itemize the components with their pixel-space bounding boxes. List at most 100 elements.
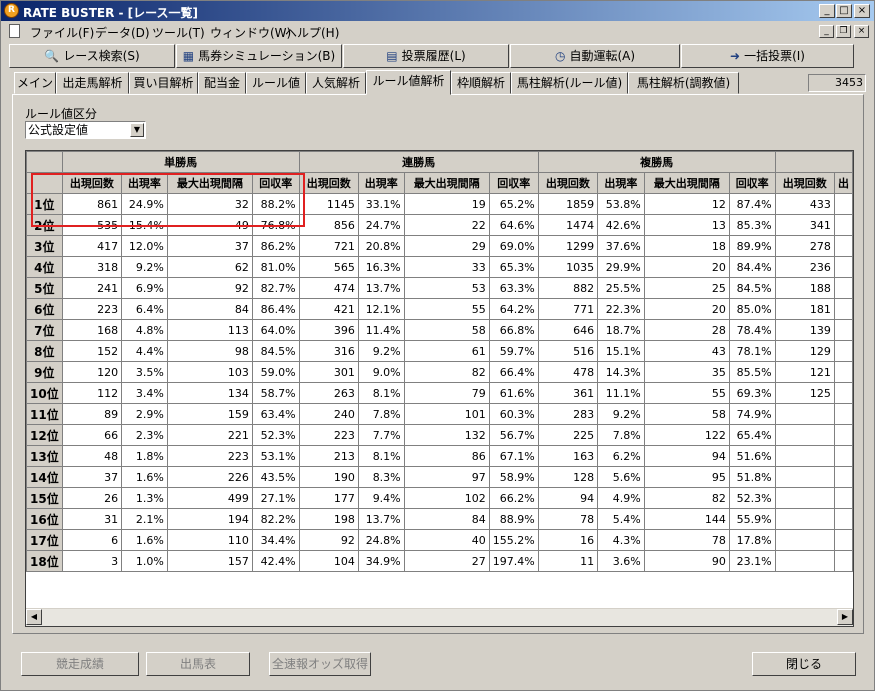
ticket-simulation-button[interactable]: ▦ 馬券シミュレーション(B) <box>176 44 342 68</box>
tab-rule-value-analysis[interactable]: ルール値解析 <box>366 70 451 95</box>
data-cell: 474 <box>298 277 359 299</box>
close-button[interactable]: 閉じる <box>752 652 856 676</box>
menu-data[interactable]: データ(D) <box>95 24 150 41</box>
data-cell: 421 <box>298 298 359 320</box>
title-bar[interactable]: R RATE BUSTER - [レース一覧] _ □ × <box>1 1 874 21</box>
data-cell-partial <box>833 508 853 530</box>
rule-value-category-select[interactable]: 公式設定値 ▼ <box>25 121 146 139</box>
data-cell <box>774 529 835 551</box>
data-cell-partial <box>833 550 853 572</box>
entry-table-button[interactable]: 出馬表 <box>146 652 250 676</box>
data-cell: 7.8% <box>357 403 405 425</box>
tab-past-performance-rule[interactable]: 馬柱解析(ルール値) <box>511 72 628 94</box>
data-cell <box>774 508 835 530</box>
data-cell: 25.5% <box>597 277 645 299</box>
mdi-close-button[interactable]: × <box>854 25 869 38</box>
table-row[interactable]: 3位 417 12.0% 37 86.2% 721 20.8% 29 69.0% 1299 37.6… <box>26 235 853 257</box>
data-cell: 12.1% <box>357 298 405 320</box>
data-cell: 92 <box>166 277 253 299</box>
data-cell: 37 <box>61 466 123 488</box>
tab-payout[interactable]: 配当金 <box>198 72 246 94</box>
data-cell: 64.6% <box>488 214 539 236</box>
data-cell: 9.4% <box>357 487 405 509</box>
data-cell: 28 <box>643 319 730 341</box>
data-cell: 5.6% <box>597 466 645 488</box>
data-cell: 278 <box>774 235 835 257</box>
table-row[interactable]: 9位 120 3.5% 103 59.0% 301 9.0% 82 66.4% 478 14.3% 3… <box>26 361 853 383</box>
table-row[interactable]: 12位 66 2.3% 221 52.3% 223 7.7% 132 56.7% 225 7.8% 1… <box>26 424 853 446</box>
horizontal-scrollbar[interactable]: ◀ ▶ <box>26 608 853 626</box>
data-cell-partial <box>833 319 853 341</box>
data-cell: 64.2% <box>488 298 539 320</box>
menu-tools[interactable]: ツール(T) <box>152 24 205 41</box>
group-header-fukusho: 複勝馬 <box>537 151 776 173</box>
data-cell: 1.8% <box>121 445 168 467</box>
table-row[interactable]: 7位 168 4.8% 113 64.0% 396 11.4% 58 66.8% 646 18.7%… <box>26 319 853 341</box>
data-cell: 17.8% <box>728 529 776 551</box>
menu-help[interactable]: ヘルプ(H) <box>285 24 339 41</box>
mdi-minimize-button[interactable]: _ <box>819 25 834 38</box>
batch-vote-button[interactable]: ➜ 一括投票(I) <box>681 44 854 68</box>
data-cell: 89.9% <box>728 235 776 257</box>
data-cell: 59.0% <box>251 361 300 383</box>
search-icon: 🔍 <box>44 49 60 63</box>
table-row[interactable]: 11位 89 2.9% 159 63.4% 240 7.8% 101 60.3% 283 9.2% 5… <box>26 403 853 425</box>
data-cell: 12 <box>643 193 730 215</box>
data-cell: 82.7% <box>251 277 300 299</box>
vote-history-button[interactable]: ▤ 投票履歴(L) <box>343 44 509 68</box>
auto-run-button[interactable]: ◷ 自動運転(A) <box>510 44 680 68</box>
table-row[interactable]: 8位 152 4.4% 98 84.5% 316 9.2% 61 59.7% 516 15.1% 43… <box>26 340 853 362</box>
data-cell: 94 <box>643 445 730 467</box>
tab-runner-analysis[interactable]: 出走馬解析 <box>56 72 129 94</box>
table-row[interactable]: 13位 48 1.8% 223 53.1% 213 8.1% 86 67.1% 163 6.2% 94… <box>26 445 853 467</box>
rule-value-category-value: 公式設定値 <box>28 123 89 137</box>
close-window-button[interactable]: × <box>854 4 870 18</box>
calculator-icon: ▦ <box>182 49 195 63</box>
rank-cell: 10位 <box>26 382 63 404</box>
tab-past-performance-training[interactable]: 馬柱解析(調教値) <box>628 72 739 94</box>
data-cell <box>774 424 835 446</box>
data-cell: 19 <box>403 193 490 215</box>
maximize-button[interactable]: □ <box>836 4 852 18</box>
highlight-box <box>31 173 305 227</box>
table-row[interactable]: 15位 26 1.3% 499 27.1% 177 9.4% 102 66.2% 94 4.9% 82… <box>26 487 853 509</box>
minimize-button[interactable]: _ <box>819 4 835 18</box>
table-row[interactable]: 18位 3 1.0% 157 42.4% 104 34.9% 27 197.4% 11 3.6% 90… <box>26 550 853 572</box>
scroll-left-icon[interactable]: ◀ <box>26 609 42 625</box>
data-cell: 1474 <box>537 214 599 236</box>
tab-popularity-analysis[interactable]: 人気解析 <box>306 72 366 94</box>
auto-run-label: 自動運転(A) <box>569 49 636 63</box>
chevron-down-icon[interactable]: ▼ <box>130 123 144 137</box>
data-cell: 53 <box>403 277 490 299</box>
race-search-button[interactable]: 🔍 レース検索(S) <box>9 44 175 68</box>
data-cell: 63.3% <box>488 277 539 299</box>
data-cell: 6.4% <box>121 298 168 320</box>
tab-post-position-analysis[interactable]: 枠順解析 <box>451 72 511 94</box>
table-row[interactable]: 14位 37 1.6% 226 43.5% 190 8.3% 97 58.9% 128 5.6% 95… <box>26 466 853 488</box>
data-cell: 198 <box>298 508 359 530</box>
table-row[interactable]: 17位 6 1.6% 110 34.4% 92 24.8% 40 155.2% 16 4.3% 78 1… <box>26 529 853 551</box>
document-icon <box>9 24 20 38</box>
table-row[interactable]: 10位 112 3.4% 134 58.7% 263 8.1% 79 61.6% 361 11.1%… <box>26 382 853 404</box>
data-cell: 3.5% <box>121 361 168 383</box>
data-cell: 478 <box>537 361 599 383</box>
table-row[interactable]: 4位 318 9.2% 62 81.0% 565 16.3% 33 65.3% 1035 29.9%… <box>26 256 853 278</box>
data-cell: 318 <box>61 256 123 278</box>
table-row[interactable]: 6位 223 6.4% 84 86.4% 421 12.1% 55 64.2% 771 22.3% 2… <box>26 298 853 320</box>
data-cell: 396 <box>298 319 359 341</box>
table-row[interactable]: 16位 31 2.1% 194 82.2% 198 13.7% 84 88.9% 78 5.4% 14… <box>26 508 853 530</box>
scroll-right-icon[interactable]: ▶ <box>837 609 853 625</box>
race-results-button[interactable]: 競走成績 <box>21 652 139 676</box>
mdi-restore-button[interactable]: ❐ <box>836 25 851 38</box>
fetch-odds-button[interactable]: 全速報オッズ取得 <box>269 652 371 676</box>
data-cell: 1.3% <box>121 487 168 509</box>
menu-window[interactable]: ウィンドウ(W) <box>210 24 291 41</box>
tab-bet-analysis[interactable]: 買い目解析 <box>129 72 198 94</box>
tab-rule-value[interactable]: ルール値 <box>246 72 306 94</box>
data-cell: 65.2% <box>488 193 539 215</box>
data-cell: 78.1% <box>728 340 776 362</box>
table-row[interactable]: 5位 241 6.9% 92 82.7% 474 13.7% 53 63.3% 882 25.5% 2… <box>26 277 853 299</box>
data-cell: 113 <box>166 319 253 341</box>
tab-main[interactable]: メイン <box>14 72 56 94</box>
menu-file[interactable]: ファイル(F) <box>30 24 94 41</box>
